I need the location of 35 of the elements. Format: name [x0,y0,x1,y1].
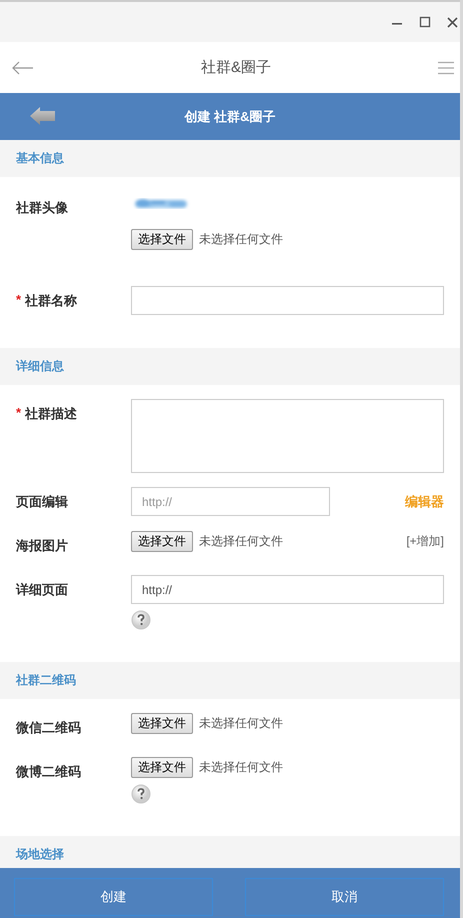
choose-file-button[interactable]: 选择文件 [131,713,193,734]
file-status: 未选择任何文件 [199,715,283,732]
page-title: 社群&圈子 [200,58,271,77]
close-icon[interactable] [447,16,458,28]
help-icon[interactable] [131,784,151,804]
text-field[interactable]: http:// [131,575,444,604]
footer-button[interactable]: 创建 [14,878,213,916]
section-title: 基本信息 [16,150,64,167]
section-title: 详细信息 [16,358,64,375]
choose-file-button[interactable]: 选择文件 [131,757,193,778]
help-icon[interactable] [131,610,151,630]
text-field[interactable]: http:// [131,487,330,516]
field-label: 微博二维码 [16,763,81,781]
choose-file-button[interactable]: 选择文件 [131,531,193,552]
form-title: 创建 社群&圈子 [184,108,276,126]
file-status: 未选择任何文件 [199,533,283,550]
file-status: 未选择任何文件 [199,231,283,248]
field-label: 社群名称 [25,292,78,310]
field-label: 详细页面 [16,581,68,599]
maximize-icon[interactable] [419,16,431,28]
required-mark: * [16,405,22,422]
add-link[interactable]: [+增加] [406,533,444,550]
choose-file-button[interactable]: 选择文件 [131,229,193,250]
required-mark: * [16,292,22,309]
field-label: 社群头像 [16,199,68,217]
section-title: 场地选择 [16,846,64,863]
field-label: 页面编辑 [16,493,68,511]
back-arrow-icon[interactable] [12,60,34,74]
text-field[interactable] [131,286,444,315]
field-label: 微信二维码 [16,719,81,737]
field-label: 社群描述 [25,405,78,423]
section-title: 社群二维码 [16,672,76,689]
field-label: 海报图片 [16,537,68,555]
footer-button[interactable]: 取消 [245,878,444,916]
file-status: 未选择任何文件 [199,759,283,776]
